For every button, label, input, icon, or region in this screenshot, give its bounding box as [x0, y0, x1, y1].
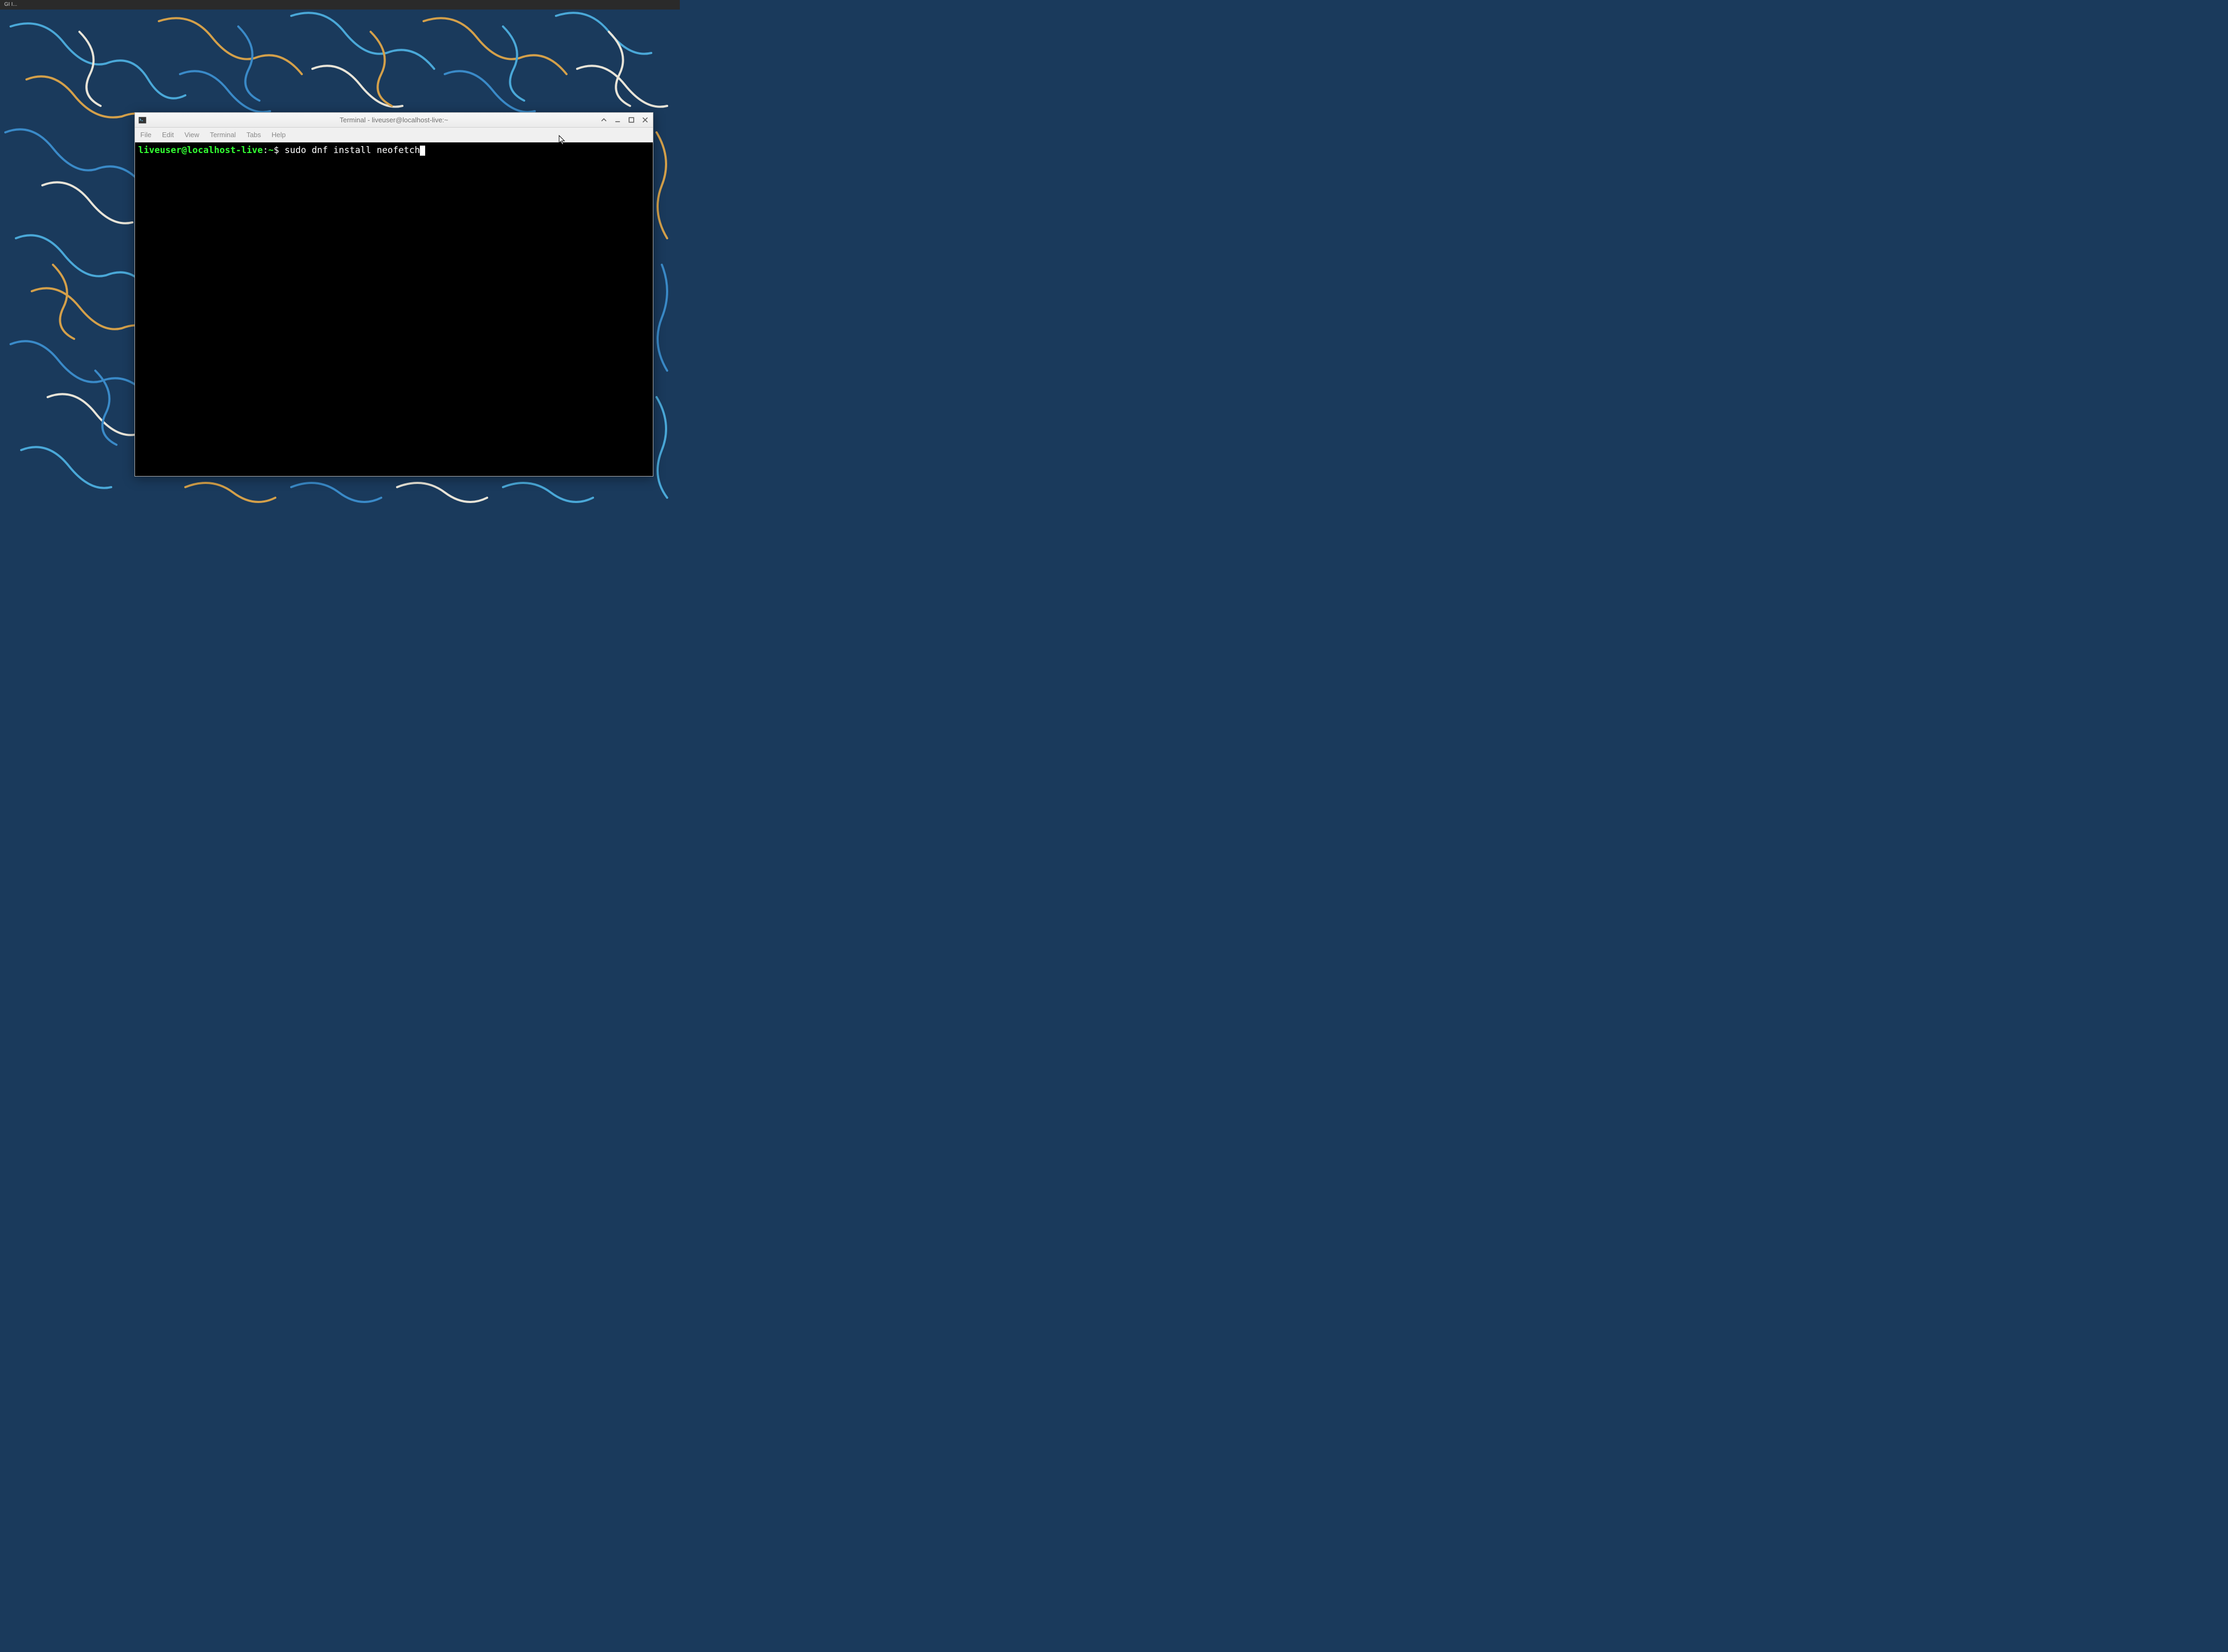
prompt-path: ~: [268, 145, 274, 156]
menu-terminal[interactable]: Terminal: [210, 131, 236, 139]
menu-view[interactable]: View: [184, 131, 199, 139]
menu-tabs[interactable]: Tabs: [246, 131, 260, 139]
prompt-user-host: liveuser@localhost-live: [138, 145, 263, 156]
terminal-icon: [138, 116, 147, 124]
menu-bar: File Edit View Terminal Tabs Help: [135, 128, 653, 142]
window-title: Terminal - liveuser@localhost-live:~: [339, 116, 448, 124]
menu-edit[interactable]: Edit: [162, 131, 174, 139]
command-input: sudo dnf install neofetch: [279, 145, 420, 156]
menu-help[interactable]: Help: [272, 131, 286, 139]
prompt-separator: :: [263, 145, 268, 156]
prompt-symbol: $: [274, 145, 279, 156]
terminal-cursor: [420, 146, 425, 156]
menu-file[interactable]: File: [140, 131, 151, 139]
window-title-bar[interactable]: Terminal - liveuser@localhost-live:~: [135, 113, 653, 128]
terminal-line: liveuser@localhost-live:~$ sudo dnf inst…: [138, 145, 650, 156]
terminal-window: Terminal - liveuser@localhost-live:~ Fil…: [134, 112, 653, 477]
maximize-icon[interactable]: [626, 115, 636, 125]
terminal-viewport[interactable]: liveuser@localhost-live:~$ sudo dnf inst…: [135, 142, 653, 476]
window-controls: [599, 115, 650, 125]
top-panel: GI I...: [0, 0, 680, 10]
taskbar-app-item[interactable]: GI I...: [1, 1, 20, 8]
rollup-icon[interactable]: [599, 115, 608, 125]
minimize-icon[interactable]: [613, 115, 622, 125]
close-icon[interactable]: [640, 115, 650, 125]
